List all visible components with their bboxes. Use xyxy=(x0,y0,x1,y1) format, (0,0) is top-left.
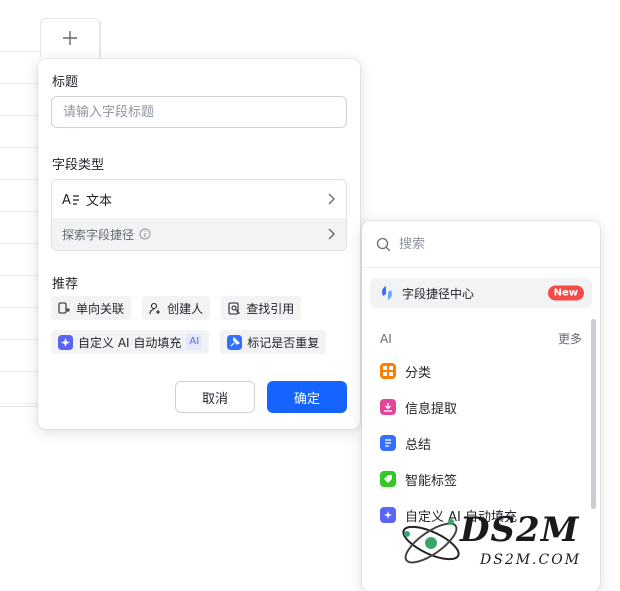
title-label: 标题 xyxy=(52,75,79,90)
shortcut-hub-label: 字段捷径中心 xyxy=(402,286,475,301)
watermark-text: DS2M xyxy=(460,510,580,550)
plus-icon xyxy=(63,31,77,45)
chip-creator[interactable]: 创建人 xyxy=(142,296,211,320)
ai-section-header: AI 更多 xyxy=(362,330,600,347)
field-type-select: A 文本 探索字段捷径 xyxy=(51,179,347,251)
summary-icon xyxy=(380,435,396,451)
classify-icon xyxy=(380,363,396,379)
confirm-button[interactable]: 确定 xyxy=(267,381,347,413)
chip-lookup[interactable]: 查找引用 xyxy=(221,296,302,320)
extract-icon xyxy=(380,399,396,415)
info-icon xyxy=(139,228,151,240)
list-item-summary[interactable]: 总结 xyxy=(362,425,600,461)
add-column-button[interactable] xyxy=(40,18,100,57)
new-badge: New xyxy=(547,285,584,301)
list-item-classify[interactable]: 分类 xyxy=(362,353,600,389)
ai-shortcut-list: 分类 信息提取 总结 智能标签 自定义 AI 自动填充 xyxy=(362,353,600,533)
explore-shortcuts-row[interactable]: 探索字段捷径 xyxy=(52,218,346,250)
title-input[interactable] xyxy=(51,96,347,128)
chevron-right-icon xyxy=(328,228,335,240)
chip-one-way-link[interactable]: 单向关联 xyxy=(51,296,132,320)
tag-icon xyxy=(380,471,396,487)
list-item-smart-tag[interactable]: 智能标签 xyxy=(362,461,600,497)
search-input[interactable] xyxy=(397,235,581,253)
watermark-url: DS2M.COM xyxy=(480,552,582,568)
lookup-icon xyxy=(228,301,241,315)
search-bar xyxy=(362,221,600,268)
field-config-panel: 标题 字段类型 A 文本 探索字段捷径 推荐 单向关联 创建人 查找 xyxy=(38,59,360,429)
link-icon xyxy=(58,301,70,314)
ai-badge: AI xyxy=(186,334,203,350)
shortcut-hub-icon xyxy=(382,286,392,300)
field-type-value: 文本 xyxy=(86,193,113,209)
svg-text:A: A xyxy=(62,193,71,207)
ai-sparkle-icon xyxy=(58,334,73,350)
user-add-icon xyxy=(149,302,161,314)
cancel-button[interactable]: 取消 xyxy=(175,381,255,413)
ai-sparkle-icon xyxy=(380,507,396,523)
shortcut-hub-item[interactable]: 字段捷径中心 New xyxy=(370,278,592,308)
list-item-extract[interactable]: 信息提取 xyxy=(362,389,600,425)
atom-logo-icon xyxy=(402,519,460,564)
pin-icon xyxy=(227,334,243,350)
field-type-option[interactable]: A 文本 xyxy=(52,180,346,218)
watermark-logo: DS2M DS2M.COM xyxy=(398,508,612,576)
scrollbar[interactable] xyxy=(591,319,596,509)
explore-shortcuts-label: 探索字段捷径 xyxy=(62,227,135,242)
field-type-label: 字段类型 xyxy=(52,158,105,173)
more-link[interactable]: 更多 xyxy=(558,330,582,347)
chip-mark-duplicate[interactable]: 标记是否重复 xyxy=(220,330,327,354)
recommend-chips: 单向关联 创建人 查找引用 自定义 AI 自动填充 AI 标记是否重复 xyxy=(51,296,351,364)
chip-custom-ai-autofill[interactable]: 自定义 AI 自动填充 AI xyxy=(51,330,210,354)
search-icon xyxy=(376,237,391,251)
chevron-right-icon xyxy=(328,193,335,205)
text-type-icon: A xyxy=(62,193,79,207)
recommend-label: 推荐 xyxy=(52,277,79,292)
ai-section-title: AI xyxy=(380,331,392,346)
